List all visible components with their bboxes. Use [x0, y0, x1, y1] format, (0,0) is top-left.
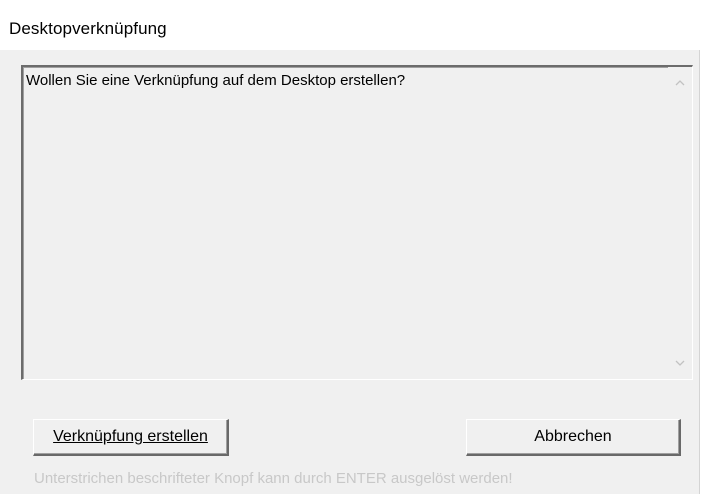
vertical-scrollbar[interactable]: [668, 67, 692, 379]
title-bar[interactable]: Desktopverknüpfung: [0, 0, 700, 50]
dialog-window: Desktopverknüpfung Wollen Sie eine Verkn…: [0, 0, 700, 494]
enter-hint-text: Unterstrichen beschrifteter Knopf kann d…: [34, 470, 513, 487]
create-shortcut-label: Verknüpfung erstellen: [53, 428, 208, 445]
message-memo[interactable]: Wollen Sie eine Verknüpfung auf dem Desk…: [21, 65, 693, 380]
window-title: Desktopverknüpfung: [9, 19, 167, 38]
message-text: Wollen Sie eine Verknüpfung auf dem Desk…: [26, 72, 406, 89]
create-shortcut-button[interactable]: Verknüpfung erstellen: [33, 419, 229, 456]
cancel-label: Abbrechen: [534, 428, 612, 445]
chevron-up-icon[interactable]: [668, 71, 692, 95]
cancel-button[interactable]: Abbrechen: [466, 419, 681, 456]
chevron-down-icon[interactable]: [668, 351, 692, 375]
